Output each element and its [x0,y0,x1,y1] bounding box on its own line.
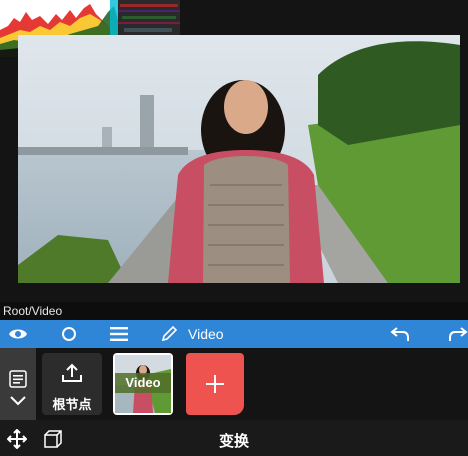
eye-icon[interactable] [6,320,30,348]
mode-title: 变换 [218,433,249,450]
layer-name[interactable]: Video [188,320,228,348]
layer-toolbar: Video [0,320,468,348]
redo-icon[interactable] [448,320,468,348]
video-node-label: Video [115,373,171,393]
preview-area [0,0,468,302]
root-node[interactable]: 根节点 [42,353,102,415]
circle-icon[interactable] [58,320,80,348]
add-node-button[interactable] [186,353,244,415]
list-icon[interactable] [9,370,27,393]
undo-icon[interactable] [388,320,412,348]
pencil-icon[interactable] [158,320,180,348]
bottom-bar: 变换 [0,420,468,456]
video-frame[interactable] [18,35,460,283]
root-node-label: 根节点 [52,397,92,412]
breadcrumb: Root/Video [0,302,468,320]
plus-icon [205,374,225,399]
side-panel [0,348,36,420]
chevron-down-icon[interactable] [9,394,27,412]
menu-icon[interactable] [108,320,130,348]
video-node[interactable]: Video [113,353,173,415]
node-strip: 根节点 Video [0,348,468,420]
upload-icon [61,363,83,388]
